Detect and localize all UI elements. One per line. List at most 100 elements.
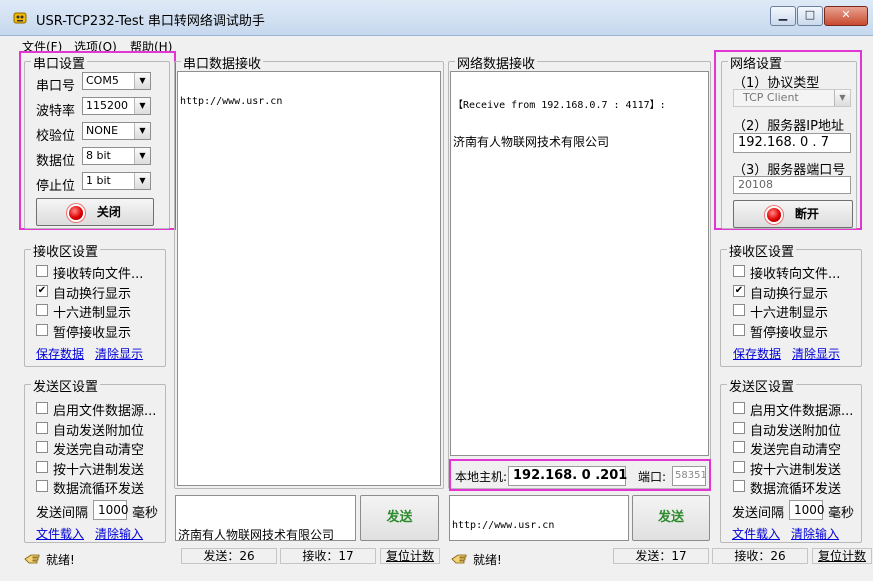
protocol-select[interactable]: TCP Client ▼ (733, 89, 851, 107)
left-send-option-label[interactable]: 数据流循环发送 (53, 478, 144, 497)
network-disconnect-button[interactable]: 断开 (733, 200, 853, 228)
left-interval-input[interactable]: 1000 (93, 500, 129, 520)
baud-label: 波特率 (36, 104, 76, 119)
left-send-checkbox[interactable] (36, 421, 48, 434)
server-port-input[interactable]: 20108 (733, 176, 851, 194)
right-send-checkbox[interactable] (733, 441, 745, 453)
databits-select[interactable]: 8 bit ▼ (82, 147, 151, 165)
left-send-option-label[interactable]: 按十六进制发送 (53, 459, 144, 478)
stopbits-select[interactable]: 1 bit ▼ (82, 172, 151, 190)
right-reset-counter-button[interactable]: 复位计数 (812, 548, 872, 564)
local-port-label: 端口: (638, 470, 667, 484)
left-receive-checkbox[interactable]: ✔ (36, 284, 48, 297)
status-led-icon (69, 205, 84, 220)
app-icon (13, 12, 27, 24)
serial-receive-title: 串口数据接收 (181, 53, 264, 72)
left-send-option-label[interactable]: 发送完自动清空 (53, 439, 144, 458)
serial-send-text: 济南有人物联网技术有限公司 (178, 528, 335, 541)
right-receive-checkbox[interactable]: ✔ (733, 284, 745, 297)
left-save-data-link[interactable]: 保存数据 (36, 345, 84, 362)
right-interval-unit: 毫秒 (828, 506, 855, 521)
maximize-button[interactable]: □ (797, 6, 823, 26)
right-receive-option-label[interactable]: 接收转向文件... (750, 263, 840, 282)
network-send-button[interactable]: 发送 (632, 495, 710, 541)
left-send-option-label[interactable]: 启用文件数据源... (53, 400, 156, 419)
right-send-checkbox[interactable] (733, 402, 745, 414)
left-send-option-label[interactable]: 自动发送附加位 (53, 420, 144, 439)
baud-select[interactable]: 115200 ▼ (82, 97, 151, 115)
right-send-option-label[interactable]: 自动发送附加位 (750, 420, 841, 439)
port-value: COM5 (86, 74, 119, 87)
left-status-ready: 就绪! (46, 553, 75, 567)
serial-send-input[interactable]: 济南有人物联网技术有限公司 (175, 495, 356, 541)
left-send-checkbox[interactable] (36, 480, 48, 492)
local-host-ip[interactable]: 192.168. 0 .201 (508, 466, 627, 486)
left-receive-checkbox[interactable] (36, 323, 48, 336)
left-receive-option-label[interactable]: 十六进制显示 (53, 302, 131, 321)
chevron-down-icon: ▼ (134, 173, 150, 189)
left-receive-checkbox[interactable] (36, 304, 48, 316)
network-receive-line1: 【Receive from 192.168.0.7 : 4117】: (453, 100, 666, 111)
serial-receive-text: http://www.usr.cn (180, 96, 283, 107)
serial-close-button[interactable]: 关闭 (36, 198, 154, 226)
right-receive-checkbox[interactable] (733, 304, 745, 316)
databits-value: 8 bit (86, 149, 111, 162)
left-send-checkbox[interactable] (36, 402, 48, 414)
right-receive-option-label[interactable]: 十六进制显示 (750, 302, 828, 321)
right-receive-option-label[interactable]: 自动换行显示 (750, 283, 828, 302)
right-send-checkbox[interactable] (733, 421, 745, 434)
left-interval-unit: 毫秒 (132, 506, 159, 521)
right-send-option-label[interactable]: 数据流循环发送 (750, 478, 841, 497)
serial-receive-area[interactable]: http://www.usr.cn (177, 71, 441, 486)
right-receive-option-label[interactable]: 暂停接收显示 (750, 322, 828, 341)
left-clear-display-link[interactable]: 清除显示 (95, 345, 143, 362)
parity-select[interactable]: NONE ▼ (82, 122, 151, 140)
left-send-checkbox[interactable] (36, 460, 48, 473)
left-received-count: 接收：17 (280, 548, 376, 564)
right-interval-input[interactable]: 1000 (789, 500, 825, 520)
right-save-data-link[interactable]: 保存数据 (733, 345, 781, 362)
chevron-down-icon: ▼ (134, 123, 150, 139)
chevron-down-icon: ▼ (134, 73, 150, 89)
port-select[interactable]: COM5 ▼ (82, 72, 151, 90)
right-send-checkbox[interactable] (733, 460, 745, 473)
left-send-settings-title: 发送区设置 (31, 376, 101, 395)
right-receive-settings-title: 接收区设置 (727, 241, 797, 260)
status-led-icon (767, 207, 782, 222)
right-send-settings-title: 发送区设置 (727, 376, 797, 395)
right-receive-checkbox[interactable] (733, 265, 745, 277)
local-host-label: 本地主机: (455, 470, 508, 484)
left-receive-option-label[interactable]: 接收转向文件... (53, 263, 143, 282)
server-ip-input[interactable]: 192.168. 0 . 7 (733, 133, 851, 153)
left-send-checkbox[interactable] (36, 441, 48, 453)
left-receive-settings-title: 接收区设置 (31, 241, 101, 260)
right-clear-input-link[interactable]: 清除输入 (791, 525, 839, 542)
local-port-input[interactable]: 58351 (672, 466, 707, 486)
right-status-ready: 就绪! (473, 553, 502, 567)
chevron-down-icon: ▼ (834, 90, 850, 106)
left-file-load-link[interactable]: 文件载入 (36, 525, 84, 542)
left-receive-checkbox[interactable] (36, 265, 48, 277)
left-receive-option-label[interactable]: 自动换行显示 (53, 283, 131, 302)
minimize-button[interactable]: ▁ (770, 6, 796, 26)
close-window-button[interactable]: ✕ (824, 6, 868, 26)
right-send-option-label[interactable]: 按十六进制发送 (750, 459, 841, 478)
left-clear-input-link[interactable]: 清除输入 (95, 525, 143, 542)
port-label: 串口号 (36, 79, 76, 94)
right-receive-checkbox[interactable] (733, 323, 745, 336)
left-receive-option-label[interactable]: 暂停接收显示 (53, 322, 131, 341)
right-send-checkbox[interactable] (733, 480, 745, 492)
network-send-input[interactable]: http://www.usr.cn (449, 495, 629, 541)
left-reset-counter-button[interactable]: 复位计数 (380, 548, 440, 564)
window-client: 文件(F) 选项(O) 帮助(H) 串口设置 串口号 COM5 ▼ 波特率 115… (0, 36, 873, 581)
stopbits-label: 停止位 (36, 179, 76, 194)
chevron-down-icon: ▼ (134, 98, 150, 114)
right-file-load-link[interactable]: 文件载入 (732, 525, 780, 542)
right-send-option-label[interactable]: 发送完自动清空 (750, 439, 841, 458)
right-send-option-label[interactable]: 启用文件数据源... (750, 400, 853, 419)
network-settings-title: 网络设置 (728, 53, 785, 72)
network-receive-area[interactable]: 【Receive from 192.168.0.7 : 4117】: 济南有人物… (450, 71, 709, 456)
window-titlebar[interactable]: USR-TCP232-Test 串口转网络调试助手 ▁ □ ✕ (0, 0, 873, 36)
serial-send-button[interactable]: 发送 (360, 495, 439, 541)
right-clear-display-link[interactable]: 清除显示 (792, 345, 840, 362)
